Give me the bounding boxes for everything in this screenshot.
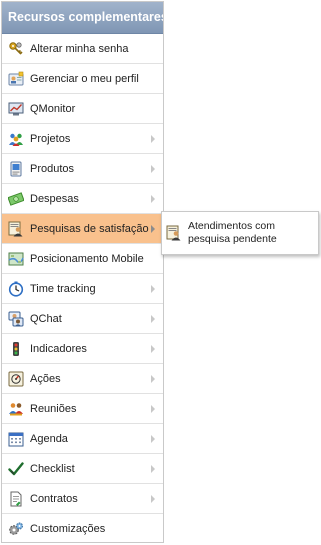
menu-item-label: Alterar minha senha	[30, 42, 129, 55]
menu-item-label: Indicadores	[30, 342, 87, 355]
document-icon	[8, 491, 24, 507]
menu-item-alterar-minha-senha[interactable]: Alterar minha senha	[2, 34, 163, 64]
menu-item-label: Produtos	[30, 162, 75, 175]
menu-item-label: Agenda	[30, 432, 68, 445]
menu-item-posicionamento-mobile[interactable]: Posicionamento Mobile	[2, 244, 163, 274]
survey-person-icon	[8, 221, 24, 237]
menu-item-qchat[interactable]: QChat	[2, 304, 163, 334]
chevron-right-icon	[151, 464, 155, 473]
money-icon	[8, 191, 24, 207]
menu-item-label: Ações	[30, 372, 61, 385]
calendar-icon	[8, 431, 24, 447]
menu-item-agenda[interactable]: Agenda	[2, 424, 163, 454]
checkmark-icon	[8, 461, 24, 477]
menu-item-label: Pesquisas de satisfação	[30, 222, 149, 235]
people-group-icon	[8, 131, 24, 147]
meeting-people-icon	[8, 401, 24, 417]
menu-item-customizacoes[interactable]: Customizações	[2, 514, 163, 544]
menu-item-label: QChat	[30, 312, 62, 325]
submenu-item-pending-surveys[interactable]: Atendimentos com pesquisa pendente	[166, 220, 314, 246]
menu-item-label: Despesas	[30, 192, 79, 205]
menu-item-despesas[interactable]: Despesas	[2, 184, 163, 214]
chevron-right-icon	[151, 284, 155, 293]
menu-item-qmonitor[interactable]: QMonitor	[2, 94, 163, 124]
chevron-right-icon	[151, 404, 155, 413]
submenu-item-label: Atendimentos com pesquisa pendente	[188, 220, 277, 245]
chevron-right-icon	[151, 314, 155, 323]
menu-item-contratos[interactable]: Contratos	[2, 484, 163, 514]
chevron-right-icon	[151, 164, 155, 173]
chevron-right-icon	[151, 194, 155, 203]
menu-item-projetos[interactable]: Projetos	[2, 124, 163, 154]
gears-icon	[8, 521, 24, 537]
chevron-right-icon	[151, 434, 155, 443]
menu-item-label: Gerenciar o meu perfil	[30, 72, 139, 85]
menu-item-label: Posicionamento Mobile	[30, 252, 144, 265]
menu-item-label: Customizações	[30, 523, 106, 535]
menu-item-label: Projetos	[30, 132, 71, 145]
traffic-light-icon	[8, 341, 24, 357]
monitor-chart-icon	[8, 101, 24, 117]
chat-icon	[8, 311, 24, 327]
clock-icon	[8, 281, 24, 297]
menu-item-checklist[interactable]: Checklist	[2, 454, 163, 484]
menu-item-label: QMonitor	[30, 102, 76, 115]
product-box-icon	[8, 161, 24, 177]
menu-item-gerenciar-o-meu-perfil[interactable]: Gerenciar o meu perfil	[2, 64, 163, 94]
menu-items: Alterar minha senha Gerenciar o meu perfi…	[2, 34, 163, 544]
satisfaction-surveys-submenu: Atendimentos com pesquisa pendente	[161, 211, 319, 255]
profile-card-icon	[8, 71, 24, 87]
menu-item-pesquisas-de-satisfacao[interactable]: Pesquisas de satisfação	[2, 214, 163, 244]
map-icon	[8, 251, 24, 267]
menu-item-label: Reuniões	[30, 402, 77, 415]
chevron-right-icon	[151, 374, 155, 383]
menu-item-produtos[interactable]: Produtos	[2, 154, 163, 184]
menu-item-label: Time tracking	[30, 282, 96, 295]
keys-icon	[8, 41, 24, 57]
menu-item-label: Contratos	[30, 492, 78, 505]
complementary-resources-menu: Recursos complementares Alterar minha se…	[1, 1, 164, 543]
survey-person-icon	[166, 225, 182, 241]
menu-title: Recursos complementares	[2, 2, 163, 34]
chevron-right-icon	[151, 344, 155, 353]
menu-item-time-tracking[interactable]: Time tracking	[2, 274, 163, 304]
chevron-right-icon	[151, 134, 155, 143]
chevron-right-icon	[151, 494, 155, 503]
menu-item-indicadores[interactable]: Indicadores	[2, 334, 163, 364]
chevron-right-icon	[151, 224, 155, 233]
menu-item-acoes[interactable]: Ações	[2, 364, 163, 394]
menu-item-reunioes[interactable]: Reuniões	[2, 394, 163, 424]
menu-item-label: Checklist	[30, 462, 75, 475]
action-target-icon	[8, 371, 24, 387]
